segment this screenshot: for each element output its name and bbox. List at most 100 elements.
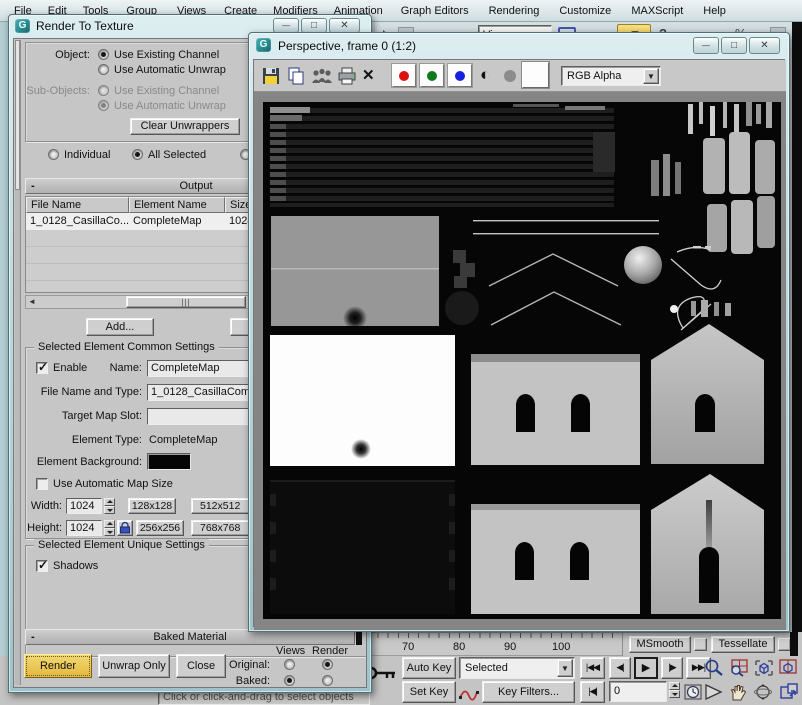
render-canvas[interactable]	[254, 92, 786, 630]
next-frame-button[interactable]: |▶	[661, 657, 683, 679]
grip-icon	[182, 299, 190, 307]
zoom-extents-icon[interactable]	[753, 658, 775, 678]
file-name-field[interactable]: 1_0128_CasillaComple	[147, 384, 251, 401]
field-of-view-icon[interactable]	[703, 682, 725, 702]
individual-label: Individual	[64, 149, 110, 162]
save-image-icon[interactable]	[262, 67, 281, 85]
time-config-icon[interactable]	[684, 683, 704, 702]
menu-customize[interactable]: Customize	[549, 5, 621, 17]
clear-unwrappers-button[interactable]: Clear Unwrappers	[130, 118, 240, 135]
selection-set-dropdown[interactable]: Selected ▼	[459, 657, 575, 679]
column-element-name[interactable]: Element Name	[129, 197, 225, 213]
width-field[interactable]: 1024	[66, 498, 102, 514]
all-selected-radio[interactable]	[132, 149, 143, 160]
unique-settings-title: Selected Element Unique Settings	[34, 539, 209, 551]
scroll-left-icon[interactable]: ◄	[28, 297, 36, 306]
close-dialog-button[interactable]: Close	[176, 654, 226, 678]
frame-spinner[interactable]	[669, 682, 680, 698]
menu-help[interactable]: Help	[693, 5, 736, 17]
subobjects-label: Sub-Objects:	[20, 85, 90, 98]
close-button[interactable]: ✕	[749, 37, 780, 54]
object-use-existing-radio[interactable]	[98, 49, 109, 60]
menu-graph-editors[interactable]: Graph Editors	[391, 5, 479, 17]
render-button[interactable]: Render	[24, 654, 92, 678]
msmooth-settings-button[interactable]	[694, 638, 707, 651]
element-type-label: Element Type:	[32, 434, 142, 447]
current-frame-field[interactable]: 0	[609, 681, 667, 702]
monochrome-button[interactable]: ◐	[480, 64, 490, 86]
channel-display-dropdown[interactable]: RGB Alpha ▼	[561, 66, 661, 86]
target-map-slot-field[interactable]	[147, 408, 251, 425]
msmooth-button[interactable]: MSmooth	[629, 636, 691, 653]
object-use-auto-radio[interactable]	[98, 64, 109, 75]
maximize-button[interactable]: □	[721, 37, 747, 54]
add-element-button[interactable]: Add...	[86, 318, 154, 336]
individual-radio[interactable]	[48, 149, 59, 160]
column-file-name[interactable]: File Name	[26, 197, 129, 213]
original-render-radio[interactable]	[322, 659, 333, 670]
name-field[interactable]: CompleteMap	[147, 360, 251, 377]
print-icon[interactable]	[337, 67, 357, 85]
red-channel-button[interactable]	[392, 64, 416, 87]
collapse-icon: -	[31, 179, 35, 193]
play-button[interactable]: ▶	[634, 657, 658, 679]
hscroll-thumb[interactable]	[126, 296, 246, 308]
zoom-all-icon[interactable]	[728, 658, 750, 678]
edit-geometry-strip: MSmooth Tessellate	[622, 632, 792, 656]
maximize-button[interactable]: □	[301, 18, 327, 33]
goto-start-button[interactable]: |◀◀	[580, 657, 605, 679]
minimize-button[interactable]: —	[693, 37, 719, 54]
baked-label: Baked:	[226, 675, 270, 688]
zoom-extents-all-icon[interactable]	[778, 658, 800, 678]
arc-rotate-icon[interactable]	[753, 682, 775, 702]
green-channel-button[interactable]	[420, 64, 444, 87]
alpha-channel-button[interactable]	[504, 70, 516, 82]
key-filters-button[interactable]: Key Filters...	[482, 681, 575, 703]
row-element-name: CompleteMap	[129, 213, 225, 230]
clear-image-icon[interactable]: ✕	[362, 66, 375, 84]
channel-dropdown-button[interactable]: ▼	[643, 68, 659, 84]
menu-rendering[interactable]: Rendering	[479, 5, 550, 17]
height-spinner[interactable]	[104, 520, 115, 536]
element-background-swatch[interactable]	[147, 453, 191, 470]
unwrap-only-button[interactable]: Unwrap Only	[98, 654, 170, 678]
original-views-radio[interactable]	[284, 659, 295, 670]
auto-map-size-checkbox[interactable]	[36, 478, 48, 490]
shadows-checkbox[interactable]	[36, 560, 48, 572]
red-dot-icon	[399, 71, 409, 81]
set-key-button[interactable]: Set Key	[402, 681, 456, 703]
selection-dropdown-button[interactable]: ▼	[557, 659, 573, 677]
key-mode-toggle[interactable]: |◀|	[580, 681, 605, 703]
maximize-viewport-icon[interactable]	[778, 682, 800, 702]
zoom-icon[interactable]	[703, 658, 725, 678]
height-field[interactable]: 1024	[66, 520, 102, 536]
minimize-button[interactable]: —	[273, 18, 299, 33]
width-spinner[interactable]	[104, 498, 115, 514]
background-color-swatch[interactable]	[522, 62, 549, 88]
menu-maxscript[interactable]: MAXScript	[621, 5, 693, 17]
sub-use-auto-label: Use Automatic Unwrap	[114, 100, 226, 113]
viewer-client: ✕ ◐ RGB Alpha ▼	[253, 59, 785, 627]
copy-image-icon[interactable]	[287, 67, 306, 85]
prev-frame-button[interactable]: ◀|	[609, 657, 631, 679]
clone-window-icon[interactable]	[311, 67, 333, 85]
enable-checkbox[interactable]	[36, 362, 48, 374]
max-logo-icon: G	[15, 19, 30, 33]
size-128-button[interactable]: 128x128	[128, 498, 176, 514]
baked-render-radio[interactable]	[322, 675, 333, 686]
lock-aspect-button[interactable]	[117, 520, 133, 536]
tessellate-button[interactable]: Tessellate	[711, 636, 775, 653]
rollout-scrollbar[interactable]	[15, 40, 21, 685]
size-256-button[interactable]: 256x256	[136, 520, 184, 536]
rollout-scrollbar-thumb[interactable]	[15, 40, 20, 190]
auto-key-button[interactable]: Auto Key	[402, 657, 456, 679]
default-in-out-tangent-icon[interactable]	[458, 683, 480, 703]
views-column-header: Views	[276, 645, 305, 658]
common-settings-title: Selected Element Common Settings	[34, 341, 219, 353]
close-button[interactable]: ✕	[329, 18, 360, 33]
blue-channel-button[interactable]	[448, 64, 472, 87]
3dsmax-app: { "menu": {"items": [ {"label": "File"},…	[0, 0, 802, 705]
pan-hand-icon[interactable]	[728, 682, 750, 702]
baked-views-radio[interactable]	[284, 675, 295, 686]
viewer-toolbar: ✕ ◐ RGB Alpha ▼	[254, 60, 786, 92]
